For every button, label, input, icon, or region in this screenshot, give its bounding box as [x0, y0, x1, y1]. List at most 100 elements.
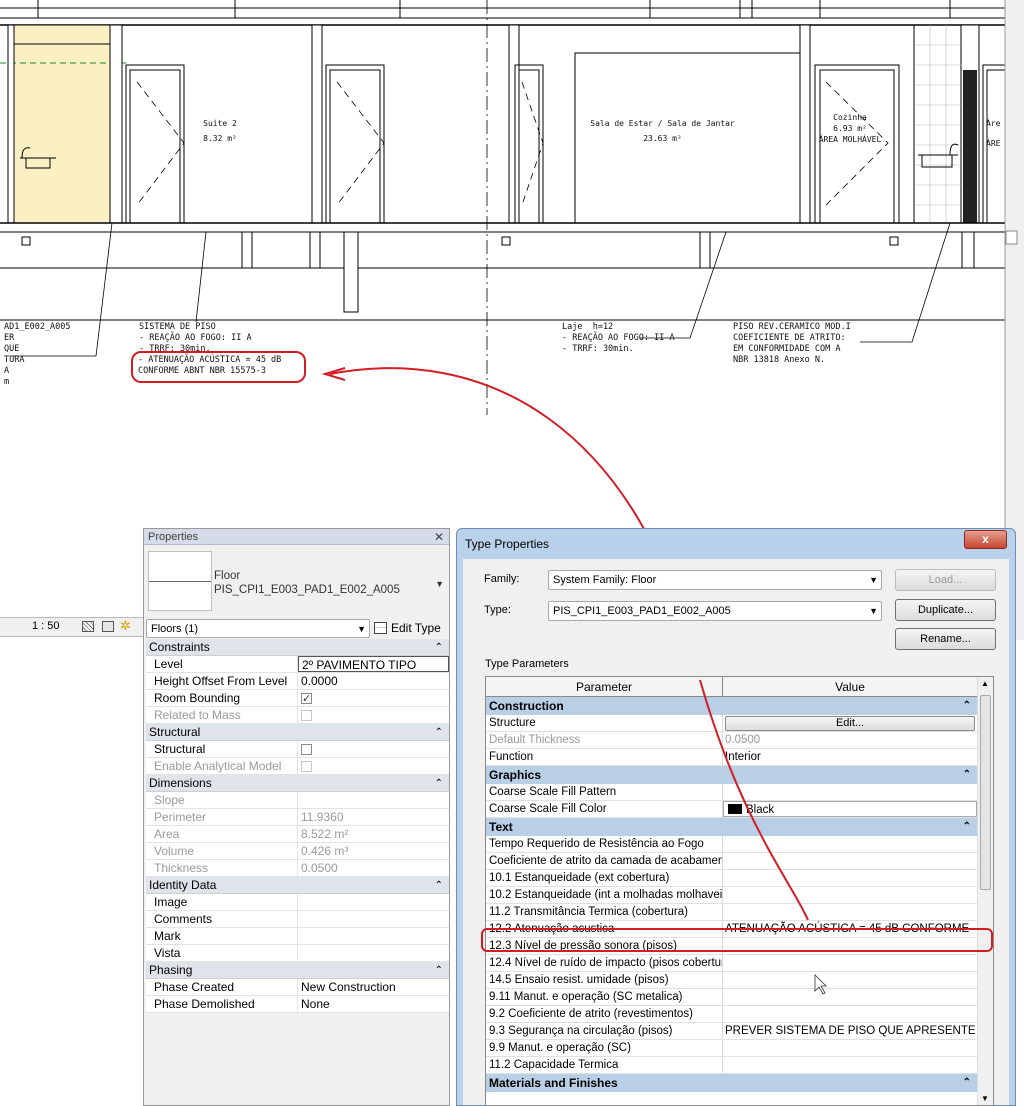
visual-style-icon[interactable]	[102, 621, 114, 632]
instance-filter-dropdown[interactable]: Floors (1) ▼	[146, 619, 370, 638]
prop-row: Volume 0.426 m³	[146, 843, 449, 860]
scroll-up-icon[interactable]: ▲	[981, 679, 989, 688]
collapse-icon[interactable]: ⌃	[963, 818, 971, 836]
collapse-icon[interactable]: ⌃	[963, 766, 971, 784]
param-value[interactable]	[723, 853, 977, 869]
view-scale[interactable]: 1 : 50	[32, 620, 60, 632]
group-phasing[interactable]: Phasing ⌃	[146, 962, 449, 979]
dialog-title-bar: Type Properties	[457, 529, 1015, 559]
tag-slab: Laje h=12 - REAÇÃO AO FOGO: II A - TRRF:…	[562, 322, 675, 354]
param-value[interactable]	[723, 1040, 977, 1056]
room-label-cozinha: Cozinha 6.93 m² ÁREA MOLHÁVEL	[800, 112, 900, 145]
prop-row: Phase Demolished None	[146, 996, 449, 1013]
group-construction[interactable]: Construction ⌃	[486, 697, 977, 715]
param-row: 9.2 Coeficiente de atrito (revestimentos…	[486, 1006, 977, 1023]
group-dimensions[interactable]: Dimensions ⌃	[146, 775, 449, 792]
group-materials-finishes[interactable]: Materials and Finishes ⌃	[486, 1074, 977, 1092]
mark-field[interactable]	[298, 928, 449, 944]
collapse-icon[interactable]: ⌃	[435, 775, 443, 792]
scrollbar-thumb[interactable]	[980, 695, 991, 890]
param-value[interactable]	[723, 955, 977, 971]
chevron-down-icon[interactable]: ▼	[435, 577, 444, 591]
grid-scrollbar[interactable]: ▲ ▼	[977, 677, 993, 1105]
room-label-sala: Sala de Estar / Sala de Jantar 23.63 m²	[585, 118, 740, 144]
function-field[interactable]: Interior	[723, 749, 977, 765]
collapse-icon[interactable]: ⌃	[963, 697, 971, 715]
room-name: Cozinha	[833, 113, 867, 122]
phase-created-field[interactable]: New Construction	[298, 979, 449, 995]
group-text[interactable]: Text ⌃	[486, 818, 977, 836]
type-label: Type:	[484, 604, 511, 616]
vista-field[interactable]	[298, 945, 449, 961]
type-selector[interactable]: Floor PIS_CPI1_E003_PAD1_E002_A005 ▼	[214, 569, 444, 597]
image-field[interactable]	[298, 894, 449, 910]
group-graphics[interactable]: Graphics ⌃	[486, 766, 977, 784]
param-value[interactable]	[723, 1006, 977, 1022]
group-structural[interactable]: Structural ⌃	[146, 724, 449, 741]
related-to-mass-checkbox	[301, 710, 312, 721]
family-label: Floor	[214, 570, 241, 582]
prop-row: Height Offset From Level 0.0000	[146, 673, 449, 690]
type-dropdown[interactable]: PIS_CPI1_E003_PAD1_E002_A005 ▼	[548, 601, 882, 621]
group-constraints[interactable]: Constraints ⌃	[146, 639, 449, 656]
rename-button[interactable]: Rename...	[895, 628, 996, 650]
prop-row: Related to Mass	[146, 707, 449, 724]
comments-field[interactable]	[298, 911, 449, 927]
close-icon[interactable]: ✕	[434, 529, 444, 545]
param-row: Coarse Scale Fill Color Black	[486, 801, 977, 818]
param-row: 11.2 Transmitância Termica (cobertura)	[486, 904, 977, 921]
param-row: 12.4 Nível de ruído de impacto (pisos co…	[486, 955, 977, 972]
collapse-icon[interactable]: ⌃	[435, 962, 443, 979]
type-preview-image	[148, 551, 212, 611]
prop-row: Room Bounding	[146, 690, 449, 707]
type-parameters-label: Type Parameters	[485, 658, 569, 670]
param-row: 9.11 Manut. e operação (SC metalica)	[486, 989, 977, 1006]
collapse-icon[interactable]: ⌃	[435, 724, 443, 741]
group-identity-data[interactable]: Identity Data ⌃	[146, 877, 449, 894]
collapse-icon[interactable]: ⌃	[963, 1074, 971, 1092]
phase-demolished-field[interactable]: None	[298, 996, 449, 1012]
param-value[interactable]	[723, 972, 977, 988]
param-value[interactable]	[723, 870, 977, 886]
col-parameter[interactable]: Parameter	[486, 677, 723, 696]
param-row: 10.1 Estanqueidade (ext cobertura)	[486, 870, 977, 887]
structural-checkbox[interactable]	[301, 744, 312, 755]
load-button[interactable]: Load...	[895, 569, 996, 591]
param-row: Function Interior	[486, 749, 977, 766]
param-value[interactable]	[723, 904, 977, 920]
sun-path-icon[interactable]: ✲	[120, 618, 131, 634]
properties-palette: Properties ✕ Floor PIS_CPI1_E003_PAD1_E0…	[143, 528, 450, 1106]
close-button[interactable]: x	[964, 530, 1007, 549]
prop-row: Area 8.522 m²	[146, 826, 449, 843]
family-dropdown[interactable]: System Family: Floor ▼	[548, 570, 882, 590]
param-value[interactable]	[723, 989, 977, 1005]
level-value[interactable]: 2º PAVIMENTO TIPO	[298, 656, 449, 672]
room-bounding-checkbox[interactable]	[301, 691, 312, 706]
grid-header: Parameter Value	[486, 677, 977, 697]
structure-edit-button[interactable]: Edit...	[725, 716, 975, 731]
param-row: 9.9 Manut. e operação (SC)	[486, 1040, 977, 1057]
param-value[interactable]: PREVER SISTEMA DE PISO QUE APRESENTE AB	[723, 1023, 977, 1039]
collapse-icon[interactable]: ⌃	[435, 639, 443, 656]
param-value[interactable]	[723, 1057, 977, 1073]
room-name: Áre	[986, 119, 1001, 128]
coarse-pattern-field[interactable]	[723, 784, 977, 800]
properties-title-bar: Properties ✕	[144, 529, 449, 545]
coarse-color-field[interactable]: Black	[723, 801, 977, 817]
param-value[interactable]	[723, 836, 977, 852]
attenuation-row-highlight	[481, 928, 993, 952]
family-label: Family:	[484, 573, 520, 585]
param-row: Tempo Requerido de Resistência ao Fogo	[486, 836, 977, 853]
edit-type-button[interactable]: Edit Type	[374, 619, 450, 638]
param-row: Structure Edit...	[486, 715, 977, 732]
scroll-down-icon[interactable]: ▼	[981, 1094, 989, 1103]
detail-level-icon[interactable]	[82, 621, 94, 632]
duplicate-button[interactable]: Duplicate...	[895, 599, 996, 621]
col-value[interactable]: Value	[723, 677, 977, 696]
room-area: 8.32 m²	[203, 134, 237, 143]
param-value[interactable]	[723, 887, 977, 903]
edit-type-label: Edit Type	[391, 621, 441, 635]
collapse-icon[interactable]: ⌃	[435, 877, 443, 894]
height-offset-field[interactable]: 0.0000	[298, 673, 449, 689]
room-area: 6.93 m²	[833, 124, 867, 133]
